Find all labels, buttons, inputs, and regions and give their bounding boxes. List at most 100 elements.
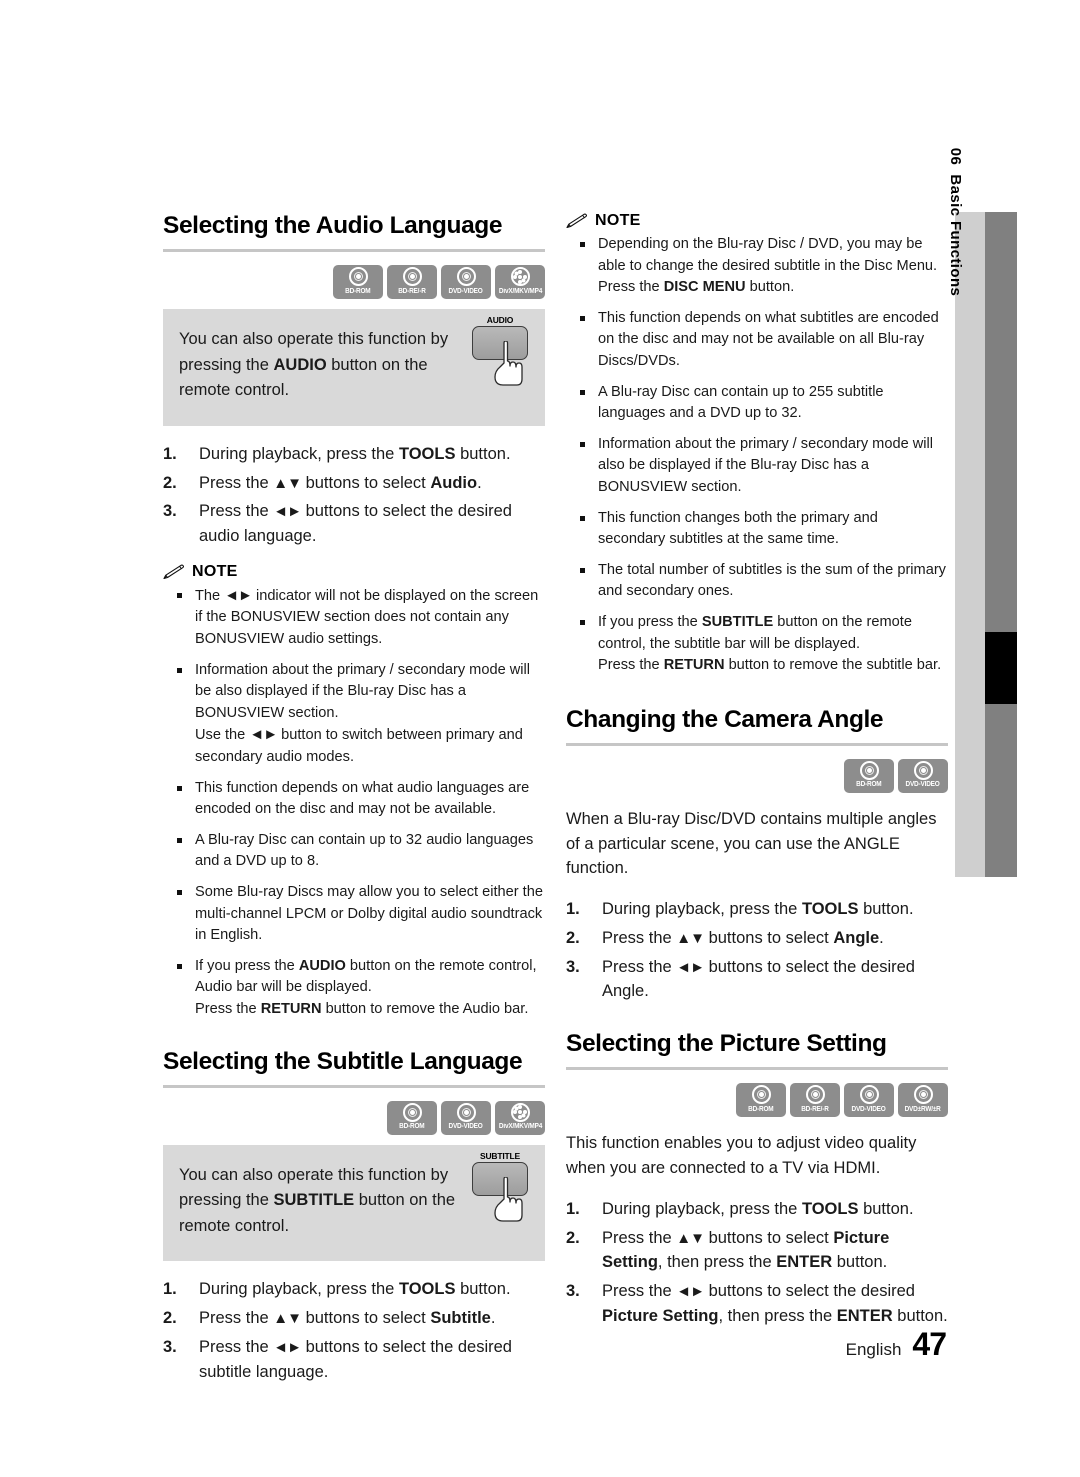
- note-item: If you press the SUBTITLE button on the …: [580, 612, 948, 677]
- disc-badge-row-angle: BD-ROM DVD-VIDEO: [566, 758, 948, 793]
- disc-icon: [510, 267, 530, 287]
- page-footer: English 47: [0, 1326, 947, 1363]
- note-item: This function changes both the primary a…: [580, 508, 948, 551]
- disc-icon: [859, 760, 879, 780]
- disc-badge: BD-ROM: [844, 758, 894, 793]
- disc-badge-row-subtitle: BD-ROM DVD-VIDEO DivX/MKV/MP4: [163, 1100, 545, 1135]
- title-rule: [163, 1084, 545, 1088]
- note-item: Information about the primary / secondar…: [580, 434, 948, 499]
- note-item: If you press the AUDIO button on the rem…: [177, 956, 545, 1021]
- disc-icon: [456, 1102, 476, 1122]
- disc-badge: BD-RE/-R: [387, 265, 437, 300]
- steps-picture-setting: 1. During playback, press the TOOLS butto…: [566, 1197, 948, 1329]
- note-item: Some Blu-ray Discs may allow you to sele…: [177, 882, 545, 947]
- tip-text-audio: You can also operate this function by pr…: [179, 327, 471, 404]
- disc-badge: BD-ROM: [333, 265, 383, 300]
- step-text: Press the ▲▼ buttons to select Angle.: [602, 928, 884, 947]
- chapter-number: 06: [947, 147, 964, 166]
- disc-badge-label: BD-ROM: [748, 1105, 774, 1113]
- remote-button-label-audio: AUDIO: [486, 315, 514, 326]
- disc-badge: DivX/MKV/MP4: [495, 1100, 545, 1135]
- step-item: 3. Press the ◄► buttons to select the des…: [566, 1279, 948, 1329]
- chapter-tab-marker: [985, 632, 1017, 704]
- disc-icon: [859, 1085, 879, 1105]
- step-number: 1.: [566, 1199, 580, 1218]
- disc-icon: [913, 760, 933, 780]
- tip-box-subtitle: You can also operate this function by pr…: [163, 1144, 545, 1262]
- step-text: Press the ▲▼ buttons to select Picture S…: [602, 1228, 890, 1272]
- step-text: During playback, press the TOOLS button.: [602, 1199, 914, 1218]
- step-number: 3.: [566, 1282, 580, 1301]
- disc-badge-label: DVD-VIDEO: [905, 781, 941, 789]
- remote-button-audio[interactable]: AUDIO: [469, 315, 531, 393]
- disc-badge-label: DivX/MKV/MP4: [498, 1123, 542, 1131]
- pointing-hand-icon: [494, 341, 523, 386]
- section-title-subtitle-language: Selecting the Subtitle Language: [163, 1047, 523, 1075]
- disc-badge-label: DVD-VIDEO: [851, 1105, 887, 1113]
- disc-badge: DVD-VIDEO: [844, 1083, 894, 1118]
- step-text: During playback, press the TOOLS button.: [199, 1280, 511, 1299]
- disc-icon: [348, 267, 368, 287]
- step-text: During playback, press the TOOLS button.: [602, 900, 914, 919]
- tip-text-subtitle: You can also operate this function by pr…: [179, 1163, 471, 1240]
- right-column: NOTE Depending on the Blu-ray Disc / DVD…: [566, 212, 948, 1333]
- step-item: 1. During playback, press the TOOLS butto…: [163, 1277, 545, 1302]
- pencil-icon: [566, 213, 588, 229]
- disc-icon: [456, 267, 476, 287]
- note-item: The total number of subtitles is the sum…: [580, 560, 948, 603]
- step-number: 2.: [566, 1228, 580, 1247]
- step-number: 3.: [566, 957, 580, 976]
- disc-badge-label: DVD-VIDEO: [448, 287, 484, 295]
- note-label: NOTE: [595, 212, 641, 229]
- pencil-icon: [163, 564, 185, 579]
- disc-badge: DivX/MKV/MP4: [495, 265, 545, 300]
- disc-badge-label: DivX/MKV/MP4: [498, 287, 542, 295]
- disc-icon: [402, 1102, 422, 1122]
- step-item: 2. Press the ▲▼ buttons to select Audio.: [163, 471, 545, 496]
- step-number: 2.: [163, 473, 177, 492]
- step-number: 1.: [163, 444, 177, 463]
- disc-badge-row-picture: BD-ROM BD-RE/-R DVD-VIDEO DVD±RW/±R: [566, 1083, 948, 1118]
- step-item: 3. Press the ◄► buttons to select the des…: [566, 955, 948, 1005]
- disc-badge: DVD-VIDEO: [441, 265, 491, 300]
- step-item: 1. During playback, press the TOOLS butto…: [566, 897, 948, 922]
- disc-badge-label: BD-RE/-R: [398, 287, 426, 295]
- disc-badge: BD-ROM: [736, 1083, 786, 1118]
- step-number: 1.: [163, 1280, 177, 1299]
- section-title-audio-language: Selecting the Audio Language: [163, 212, 503, 239]
- chapter-label: Basic Functions: [947, 174, 964, 297]
- steps-camera-angle: 1. During playback, press the TOOLS butto…: [566, 897, 948, 1004]
- step-text: Press the ◄► buttons to select the desir…: [602, 1282, 948, 1325]
- disc-badge: DVD-VIDEO: [898, 758, 948, 793]
- section-title-picture-setting: Selecting the Picture Setting: [566, 1030, 887, 1058]
- step-item: 1. During playback, press the TOOLS butto…: [566, 1197, 948, 1222]
- step-item: 1. During playback, press the TOOLS butto…: [163, 442, 545, 467]
- step-number: 2.: [566, 928, 580, 947]
- note-item: The ◄► indicator will not be displayed o…: [177, 585, 545, 651]
- note-item: Information about the primary / secondar…: [177, 660, 545, 769]
- step-text: Press the ▲▼ buttons to select Audio.: [199, 473, 482, 492]
- disc-badge-label: BD-ROM: [345, 287, 371, 295]
- disc-icon: [805, 1085, 825, 1105]
- disc-badge-label: BD-ROM: [399, 1123, 425, 1131]
- disc-badge: BD-RE/-R: [790, 1083, 840, 1118]
- footer-language: English: [845, 1340, 902, 1359]
- step-text: Press the ◄► buttons to select the desir…: [602, 957, 915, 1001]
- note-item: A Blu-ray Disc can contain up to 255 sub…: [580, 382, 948, 425]
- step-number: 1.: [566, 900, 580, 919]
- disc-badge: BD-ROM: [387, 1100, 437, 1135]
- chapter-tab-dark-band: [985, 212, 1017, 877]
- step-item: 2. Press the ▲▼ buttons to select Angle.: [566, 926, 948, 951]
- disc-badge: DVD±RW/±R: [898, 1083, 948, 1118]
- steps-audio-language: 1. During playback, press the TOOLS butto…: [163, 442, 545, 549]
- note-header-audio: NOTE: [163, 563, 545, 581]
- disc-icon: [913, 1085, 933, 1105]
- remote-button-subtitle[interactable]: SUBTITLE: [469, 1151, 531, 1229]
- note-item: This function depends on what subtitles …: [580, 308, 948, 373]
- step-item: 3. Press the ◄► buttons to select the des…: [163, 499, 545, 549]
- intro-text-picture: This function enables you to adjust vide…: [566, 1134, 917, 1178]
- pointing-hand-icon: [494, 1176, 523, 1222]
- chapter-tab-light-band: 06 Basic Functions: [947, 148, 985, 877]
